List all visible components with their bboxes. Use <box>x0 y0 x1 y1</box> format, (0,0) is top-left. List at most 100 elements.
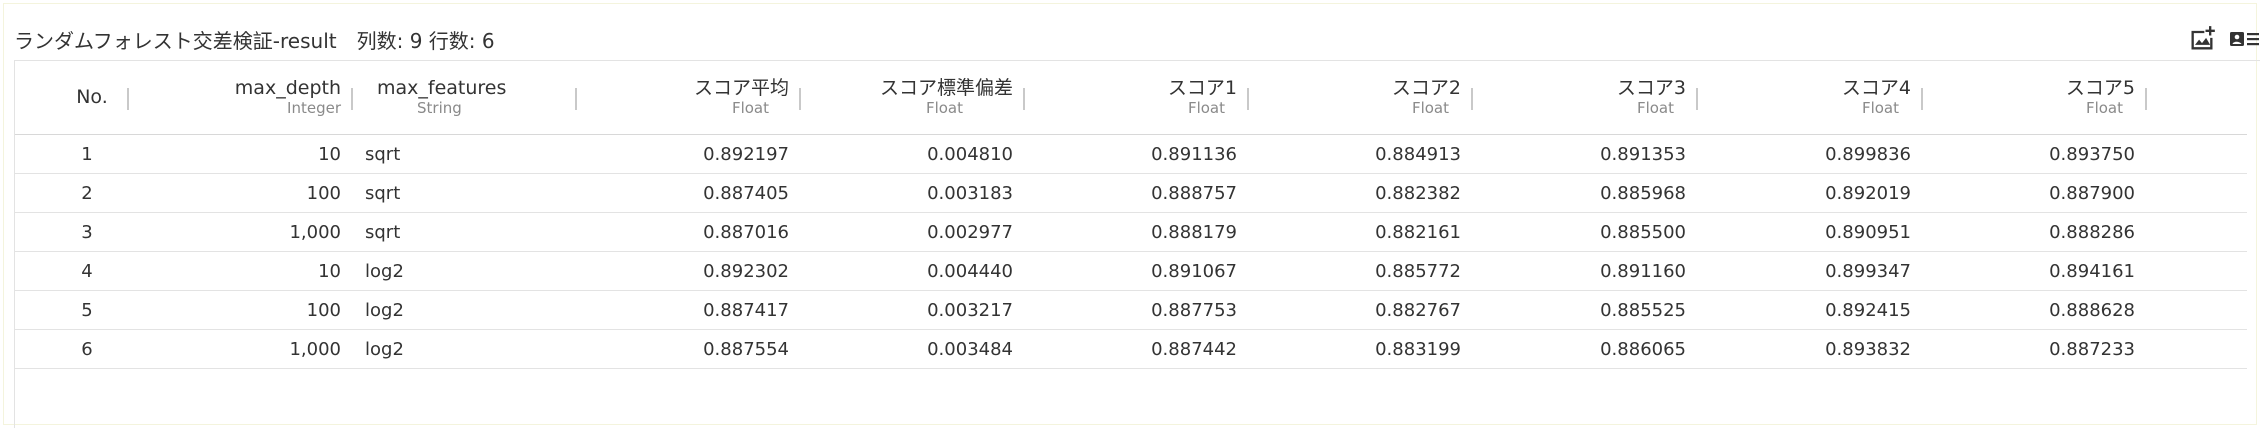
cell-no[interactable]: 3 <box>15 212 129 252</box>
panel-toolbar <box>2186 22 2260 56</box>
column-header-score-mean[interactable]: スコア平均 Float <box>577 61 801 135</box>
cell-max-depth[interactable]: 10 <box>129 134 353 174</box>
column-header-filler <box>2147 61 2247 135</box>
cell-score-2[interactable]: 0.882161 <box>1249 212 1473 252</box>
cell-score-3[interactable]: 0.885525 <box>1473 290 1698 330</box>
cell-score-5[interactable]: 0.888628 <box>1923 290 2147 330</box>
add-image-icon <box>2191 26 2215 50</box>
column-type: Float <box>925 98 963 117</box>
cell-max-depth[interactable]: 100 <box>129 173 353 213</box>
cell-no[interactable]: 1 <box>15 134 129 174</box>
result-table-container: No. max_depth Integer max_features Strin… <box>14 60 2260 428</box>
cell-score-3[interactable]: 0.891353 <box>1473 134 1698 174</box>
card-list-icon <box>2230 32 2259 46</box>
cell-max-features[interactable]: log2 <box>353 329 577 369</box>
cell-max-depth[interactable]: 100 <box>129 290 353 330</box>
cell-score-4[interactable]: 0.892415 <box>1698 290 1923 330</box>
column-header-score-5[interactable]: スコア5 Float <box>1923 61 2147 135</box>
cell-score-mean[interactable]: 0.887016 <box>577 212 801 252</box>
cell-score-3[interactable]: 0.886065 <box>1473 329 1698 369</box>
cell-score-std[interactable]: 0.002977 <box>801 212 1025 252</box>
cell-score-1[interactable]: 0.891136 <box>1025 134 1249 174</box>
cell-score-4[interactable]: 0.892019 <box>1698 173 1923 213</box>
table-row[interactable]: 2 100 sqrt 0.887405 0.003183 0.888757 0.… <box>15 173 2247 213</box>
cell-score-mean[interactable]: 0.887417 <box>577 290 801 330</box>
cell-score-1[interactable]: 0.888179 <box>1025 212 1249 252</box>
cell-score-mean[interactable]: 0.887405 <box>577 173 801 213</box>
cell-score-mean[interactable]: 0.887554 <box>577 329 801 369</box>
cell-score-4[interactable]: 0.890951 <box>1698 212 1923 252</box>
table-header-row: No. max_depth Integer max_features Strin… <box>15 61 2247 135</box>
cell-score-1[interactable]: 0.887442 <box>1025 329 1249 369</box>
column-header-max-depth[interactable]: max_depth Integer <box>129 61 353 135</box>
cell-max-features[interactable]: log2 <box>353 251 577 291</box>
column-type: Float <box>1187 98 1225 117</box>
cell-score-5[interactable]: 0.887233 <box>1923 329 2147 369</box>
panel-header: ランダムフォレスト交差検証-result 列数: 9 行数: 6 <box>14 24 495 54</box>
cell-score-1[interactable]: 0.887753 <box>1025 290 1249 330</box>
add-image-button[interactable] <box>2186 23 2218 55</box>
table-row[interactable]: 5 100 log2 0.887417 0.003217 0.887753 0.… <box>15 290 2247 330</box>
column-name: スコア1 <box>1167 76 1237 99</box>
table-row[interactable]: 1 10 sqrt 0.892197 0.004810 0.891136 0.8… <box>15 134 2247 174</box>
cell-filler <box>2147 251 2247 291</box>
cell-score-2[interactable]: 0.884913 <box>1249 134 1473 174</box>
cell-max-depth[interactable]: 1,000 <box>129 212 353 252</box>
cell-score-2[interactable]: 0.882767 <box>1249 290 1473 330</box>
column-header-score-1[interactable]: スコア1 Float <box>1025 61 1249 135</box>
column-name: スコア標準偏差 <box>879 76 1013 99</box>
cell-score-3[interactable]: 0.891160 <box>1473 251 1698 291</box>
cell-max-depth[interactable]: 1,000 <box>129 329 353 369</box>
column-header-score-3[interactable]: スコア3 Float <box>1473 61 1698 135</box>
cell-max-features[interactable]: sqrt <box>353 212 577 252</box>
cell-score-5[interactable]: 0.887900 <box>1923 173 2147 213</box>
table-row[interactable]: 4 10 log2 0.892302 0.004440 0.891067 0.8… <box>15 251 2247 291</box>
column-type: Float <box>1861 98 1899 117</box>
column-header-no[interactable]: No. <box>15 61 129 135</box>
cell-no[interactable]: 2 <box>15 173 129 213</box>
column-type: Float <box>1636 98 1674 117</box>
cell-score-5[interactable]: 0.888286 <box>1923 212 2147 252</box>
table-row[interactable]: 3 1,000 sqrt 0.887016 0.002977 0.888179 … <box>15 212 2247 252</box>
cell-score-2[interactable]: 0.882382 <box>1249 173 1473 213</box>
table-dimensions: 列数: 9 行数: 6 <box>356 28 495 53</box>
column-name: max_depth <box>234 76 341 99</box>
cell-max-features[interactable]: sqrt <box>353 134 577 174</box>
cell-score-std[interactable]: 0.003484 <box>801 329 1025 369</box>
cell-score-std[interactable]: 0.003217 <box>801 290 1025 330</box>
cell-score-5[interactable]: 0.893750 <box>1923 134 2147 174</box>
result-table: No. max_depth Integer max_features Strin… <box>15 61 2247 369</box>
cell-score-std[interactable]: 0.003183 <box>801 173 1025 213</box>
card-view-button[interactable] <box>2228 23 2260 55</box>
cell-score-2[interactable]: 0.883199 <box>1249 329 1473 369</box>
cell-max-features[interactable]: sqrt <box>353 173 577 213</box>
column-header-score-2[interactable]: スコア2 Float <box>1249 61 1473 135</box>
cell-no[interactable]: 4 <box>15 251 129 291</box>
cell-score-mean[interactable]: 0.892302 <box>577 251 801 291</box>
cell-score-std[interactable]: 0.004810 <box>801 134 1025 174</box>
cell-filler <box>2147 173 2247 213</box>
cell-score-3[interactable]: 0.885968 <box>1473 173 1698 213</box>
column-type: Float <box>2085 98 2123 117</box>
table-row[interactable]: 6 1,000 log2 0.887554 0.003484 0.887442 … <box>15 329 2247 369</box>
cell-score-std[interactable]: 0.004440 <box>801 251 1025 291</box>
cell-score-5[interactable]: 0.894161 <box>1923 251 2147 291</box>
column-header-max-features[interactable]: max_features String <box>353 61 577 135</box>
cell-score-3[interactable]: 0.885500 <box>1473 212 1698 252</box>
column-type: String <box>417 98 462 117</box>
cell-max-features[interactable]: log2 <box>353 290 577 330</box>
cell-score-mean[interactable]: 0.892197 <box>577 134 801 174</box>
cell-max-depth[interactable]: 10 <box>129 251 353 291</box>
column-header-score-std[interactable]: スコア標準偏差 Float <box>801 61 1025 135</box>
cell-no[interactable]: 5 <box>15 290 129 330</box>
column-name: スコア平均 <box>693 76 789 99</box>
cell-score-4[interactable]: 0.893832 <box>1698 329 1923 369</box>
cell-score-4[interactable]: 0.899836 <box>1698 134 1923 174</box>
column-header-score-4[interactable]: スコア4 Float <box>1698 61 1923 135</box>
cell-score-1[interactable]: 0.888757 <box>1025 173 1249 213</box>
cell-no[interactable]: 6 <box>15 329 129 369</box>
cell-score-1[interactable]: 0.891067 <box>1025 251 1249 291</box>
cell-score-4[interactable]: 0.899347 <box>1698 251 1923 291</box>
column-name: max_features <box>377 76 507 99</box>
cell-score-2[interactable]: 0.885772 <box>1249 251 1473 291</box>
